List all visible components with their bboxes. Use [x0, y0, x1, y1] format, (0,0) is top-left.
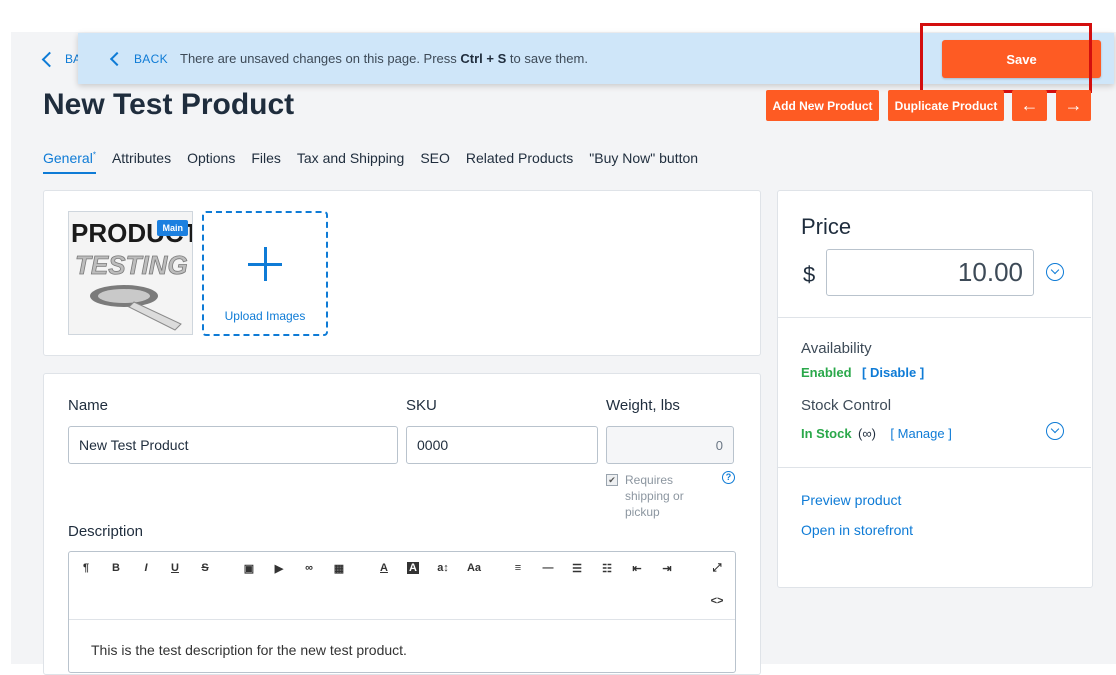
divider [778, 467, 1091, 468]
tab-attributes[interactable]: Attributes [112, 150, 171, 174]
tab-general-label: General [43, 150, 93, 166]
price-expand-icon[interactable] [1046, 263, 1064, 281]
save-highlight-box [920, 23, 1092, 93]
name-label: Name [68, 397, 109, 414]
product-image-thumbnail[interactable]: PRODUCT TESTING Main [68, 211, 193, 335]
chevron-left-icon [41, 51, 58, 67]
editor-toolbar: ¶ B I U S ▣ ▶ ∞ ▦ A A a↕ Aa ≡ — ☰ ☷ ⇤ ⇥ … [69, 552, 735, 620]
italic-icon[interactable]: I [138, 562, 154, 574]
tab-options[interactable]: Options [187, 150, 235, 174]
price-input[interactable]: 10.00 [826, 249, 1034, 296]
background-back-link[interactable]: BA [41, 51, 81, 67]
open-storefront-link[interactable]: Open in storefront [801, 522, 913, 538]
outdent-icon[interactable]: ⇤ [629, 562, 645, 575]
strikethrough-icon[interactable]: S [197, 562, 213, 574]
currency-symbol: $ [803, 262, 816, 287]
prev-product-button[interactable]: ← [1012, 90, 1047, 121]
code-view-icon[interactable]: <> [709, 595, 725, 607]
fullscreen-icon[interactable]: ⤢ [709, 562, 725, 575]
back-link[interactable]: BACK [109, 51, 168, 67]
name-input[interactable]: New Test Product [68, 426, 398, 464]
upload-images-button[interactable]: Upload Images [202, 211, 328, 336]
tab-buy-now-button[interactable]: "Buy Now" button [589, 150, 698, 174]
tab-related-products[interactable]: Related Products [466, 150, 573, 174]
paragraph-icon[interactable]: ¶ [78, 562, 94, 574]
image-icon[interactable]: ▣ [241, 562, 257, 575]
duplicate-product-button[interactable]: Duplicate Product [888, 90, 1004, 121]
font-size-icon[interactable]: a↕ [435, 562, 451, 574]
back-label: BACK [134, 52, 168, 66]
table-icon[interactable]: ▦ [331, 562, 347, 575]
main-badge: Main [157, 220, 188, 236]
availability-status-row: Enabled [ Disable ] [801, 364, 924, 382]
shortcut-key: Ctrl + S [460, 51, 507, 66]
link-icon[interactable]: ∞ [301, 562, 317, 574]
background-color-icon[interactable]: A [407, 562, 419, 574]
stock-status: In Stock [801, 426, 852, 441]
page-title: New Test Product [43, 88, 295, 121]
unsaved-marker: * [92, 150, 96, 160]
horizontal-line-icon[interactable]: — [540, 562, 556, 574]
stock-control-label: Stock Control [801, 397, 892, 414]
description-label: Description [68, 523, 144, 540]
bulleted-list-icon[interactable]: ☰ [569, 562, 585, 575]
stock-expand-icon[interactable] [1046, 422, 1064, 440]
unsaved-message: There are unsaved changes on this page. … [180, 51, 588, 66]
weight-input[interactable]: 0 [606, 426, 734, 464]
tab-general[interactable]: General* [43, 150, 96, 174]
manage-stock-link[interactable]: [ Manage ] [890, 426, 951, 441]
unsaved-message-pre: There are unsaved changes on this page. … [180, 51, 461, 66]
disable-link[interactable]: [ Disable ] [862, 365, 924, 380]
tab-tax-shipping[interactable]: Tax and Shipping [297, 150, 404, 174]
thumb-text-2: TESTING [75, 250, 188, 280]
tab-files[interactable]: Files [251, 150, 281, 174]
description-content[interactable]: This is the test description for the new… [91, 642, 407, 658]
weight-label: Weight, lbs [606, 397, 680, 414]
numbered-list-icon[interactable]: ☷ [599, 562, 615, 575]
upload-images-label: Upload Images [224, 309, 306, 323]
font-family-icon[interactable]: Aa [466, 562, 482, 574]
images-card: PRODUCT TESTING Main Upload Images [43, 190, 761, 356]
availability-label: Availability [801, 340, 872, 357]
requires-shipping-checkbox[interactable]: ✔ [606, 474, 618, 486]
arrow-left-icon: ← [1020, 95, 1039, 115]
add-new-product-button[interactable]: Add New Product [766, 90, 879, 121]
underline-icon[interactable]: U [167, 562, 183, 574]
sku-input[interactable]: 0000 [406, 426, 598, 464]
chevron-left-icon [109, 51, 125, 67]
sku-label: SKU [406, 397, 437, 414]
requires-shipping-label: Requires shipping or pickup [625, 473, 684, 519]
availability-status: Enabled [801, 365, 852, 380]
video-icon[interactable]: ▶ [271, 562, 287, 575]
tab-bar: General* Attributes Options Files Tax an… [43, 150, 698, 174]
tab-seo[interactable]: SEO [420, 150, 450, 174]
stock-status-row: In Stock (∞) [ Manage ] [801, 425, 952, 443]
next-product-button[interactable]: → [1056, 90, 1091, 121]
arrow-right-icon: → [1064, 95, 1083, 115]
bold-icon[interactable]: B [108, 562, 124, 574]
preview-product-link[interactable]: Preview product [801, 492, 901, 508]
align-icon[interactable]: ≡ [510, 562, 526, 574]
description-editor[interactable]: ¶ B I U S ▣ ▶ ∞ ▦ A A a↕ Aa ≡ — ☰ ☷ ⇤ ⇥ … [68, 551, 736, 673]
plus-icon [248, 247, 282, 281]
unsaved-message-post: to save them. [506, 51, 588, 66]
indent-icon[interactable]: ⇥ [659, 562, 675, 575]
left-strip [0, 32, 11, 664]
infinity-icon: (∞) [858, 426, 876, 441]
price-title: Price [801, 214, 852, 239]
help-icon[interactable]: ? [722, 471, 735, 484]
divider [778, 317, 1091, 318]
text-color-icon[interactable]: A [376, 562, 392, 574]
